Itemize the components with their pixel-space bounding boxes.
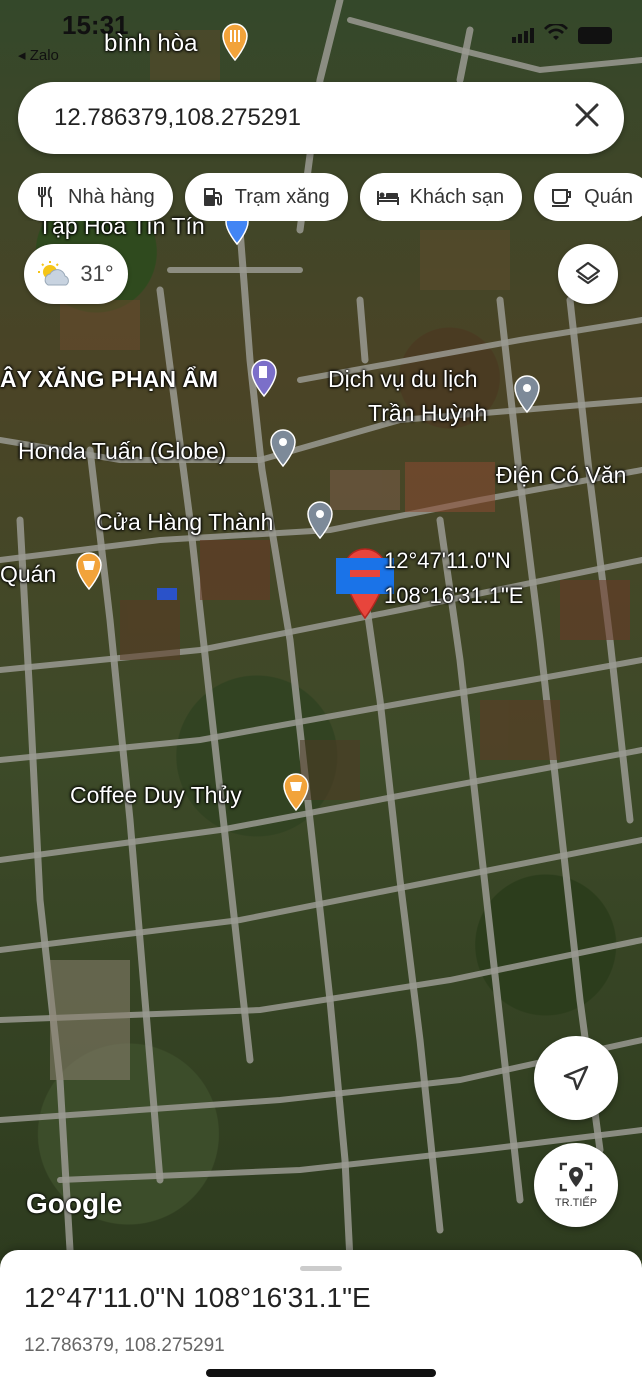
map-label-dien-co[interactable]: Điện Có Văn: [496, 462, 626, 489]
partly-sunny-icon: [38, 261, 70, 286]
weather-badge[interactable]: 31°: [24, 244, 128, 304]
chip-label: Quán: [584, 185, 634, 208]
map-label-cay-xang[interactable]: ÂY XĂNG PHẠN ẨM: [0, 366, 218, 393]
close-icon[interactable]: [574, 102, 600, 134]
my-location-button[interactable]: [534, 1036, 618, 1120]
gas-station-icon: [203, 188, 222, 206]
location-scan-icon: [559, 1162, 593, 1192]
status-icons: [512, 22, 612, 47]
restaurant-poi-icon[interactable]: [220, 22, 250, 62]
map-label-coord-lat: 12°47'11.0"N: [384, 548, 511, 573]
chip-hotels[interactable]: Khách sạn: [359, 173, 523, 221]
wifi-icon: [544, 22, 568, 47]
place-poi-icon[interactable]: [305, 500, 335, 540]
chip-label: Nhà hàng: [68, 185, 155, 208]
map-label-coord-lng: 108°16'31.1"E: [384, 583, 524, 608]
coffee-icon: [552, 189, 572, 207]
place-poi-icon[interactable]: [268, 428, 298, 468]
hotel-icon: [376, 191, 399, 205]
chip-restaurants[interactable]: Nhà hàng: [18, 173, 173, 221]
chip-label: Khách sạn: [409, 185, 505, 208]
sheet-title: 12°47'11.0"N 108°16'31.1"E: [24, 1282, 371, 1313]
back-to-app-link[interactable]: ◂ Zalo: [18, 46, 59, 64]
weather-temp: 31°: [80, 261, 114, 286]
coffee-poi-icon[interactable]: [74, 551, 104, 591]
map-label-binh-hoa[interactable]: bình hòa: [104, 30, 197, 58]
search-bar[interactable]: 12.786379,108.275291: [18, 82, 624, 154]
start-button-label: TR.TIẾP: [554, 1197, 598, 1209]
sheet-drag-handle[interactable]: [300, 1266, 342, 1271]
sheet-subtitle: 12.786379, 108.275291: [24, 1335, 225, 1356]
layers-button[interactable]: [558, 244, 618, 304]
google-logo: Google: [26, 1188, 123, 1219]
map-label-dich-vu-2[interactable]: Trần Huỳnh: [368, 400, 487, 427]
chip-coffee[interactable]: Quán: [534, 173, 642, 221]
restaurant-icon: [38, 186, 52, 207]
category-chips: Nhà hàng Trạm xăng Khách sạn Quán: [18, 173, 642, 221]
map-label-quan[interactable]: Quán: [0, 561, 56, 588]
start-button[interactable]: TR.TIẾP: [534, 1143, 618, 1227]
place-poi-icon[interactable]: [512, 374, 542, 414]
search-query[interactable]: 12.786379,108.275291: [54, 104, 301, 132]
map-label-coffee[interactable]: Coffee Duy Thủy: [70, 782, 242, 809]
map-label-honda[interactable]: Honda Tuấn (Globe): [18, 438, 226, 465]
home-indicator[interactable]: [206, 1369, 436, 1377]
layers-icon: [575, 261, 601, 285]
map-label-dich-vu-1[interactable]: Dịch vụ du lịch: [328, 366, 478, 393]
gas-station-poi-icon[interactable]: [249, 358, 279, 398]
map-label-cua-hang[interactable]: Cửa Hàng Thành: [96, 509, 273, 536]
signal-icon: [512, 28, 534, 43]
coffee-poi-icon[interactable]: [281, 772, 311, 812]
battery-icon: [578, 27, 612, 44]
navigation-arrow-icon: [563, 1065, 589, 1091]
chip-label: Trạm xăng: [234, 185, 330, 208]
chip-gas-stations[interactable]: Trạm xăng: [184, 173, 348, 221]
